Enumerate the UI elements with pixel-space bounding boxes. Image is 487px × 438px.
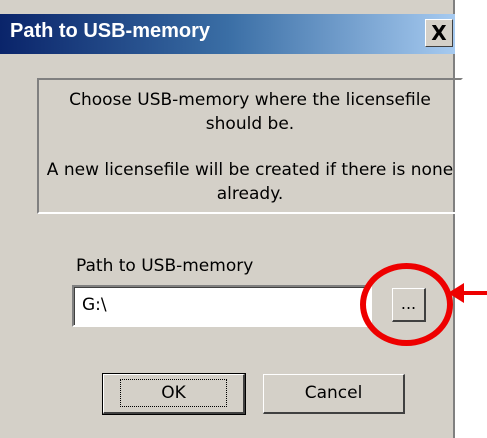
close-icon: X: [431, 21, 447, 45]
close-button[interactable]: X: [425, 19, 453, 47]
info-text-choose: Choose USB-memory where the licensefile …: [69, 90, 431, 134]
ok-button-label: OK: [120, 379, 227, 407]
path-label: Path to USB-memory: [76, 256, 254, 276]
dialog-window: Path to USB-memory X Choose USB-memory w…: [0, 0, 463, 438]
ok-button[interactable]: OK: [102, 373, 246, 415]
info-panel: Choose USB-memory where the licensefile …: [37, 78, 463, 214]
window-title: Path to USB-memory: [10, 20, 211, 42]
arrow-annotation-icon: [448, 283, 487, 303]
cancel-button[interactable]: Cancel: [263, 374, 405, 414]
path-input[interactable]: G:\: [72, 285, 372, 327]
title-bar[interactable]: Path to USB-memory X: [0, 14, 455, 54]
browse-button[interactable]: ...: [392, 288, 426, 322]
info-text-new-licensefile: A new licensefile will be created if the…: [46, 160, 454, 204]
